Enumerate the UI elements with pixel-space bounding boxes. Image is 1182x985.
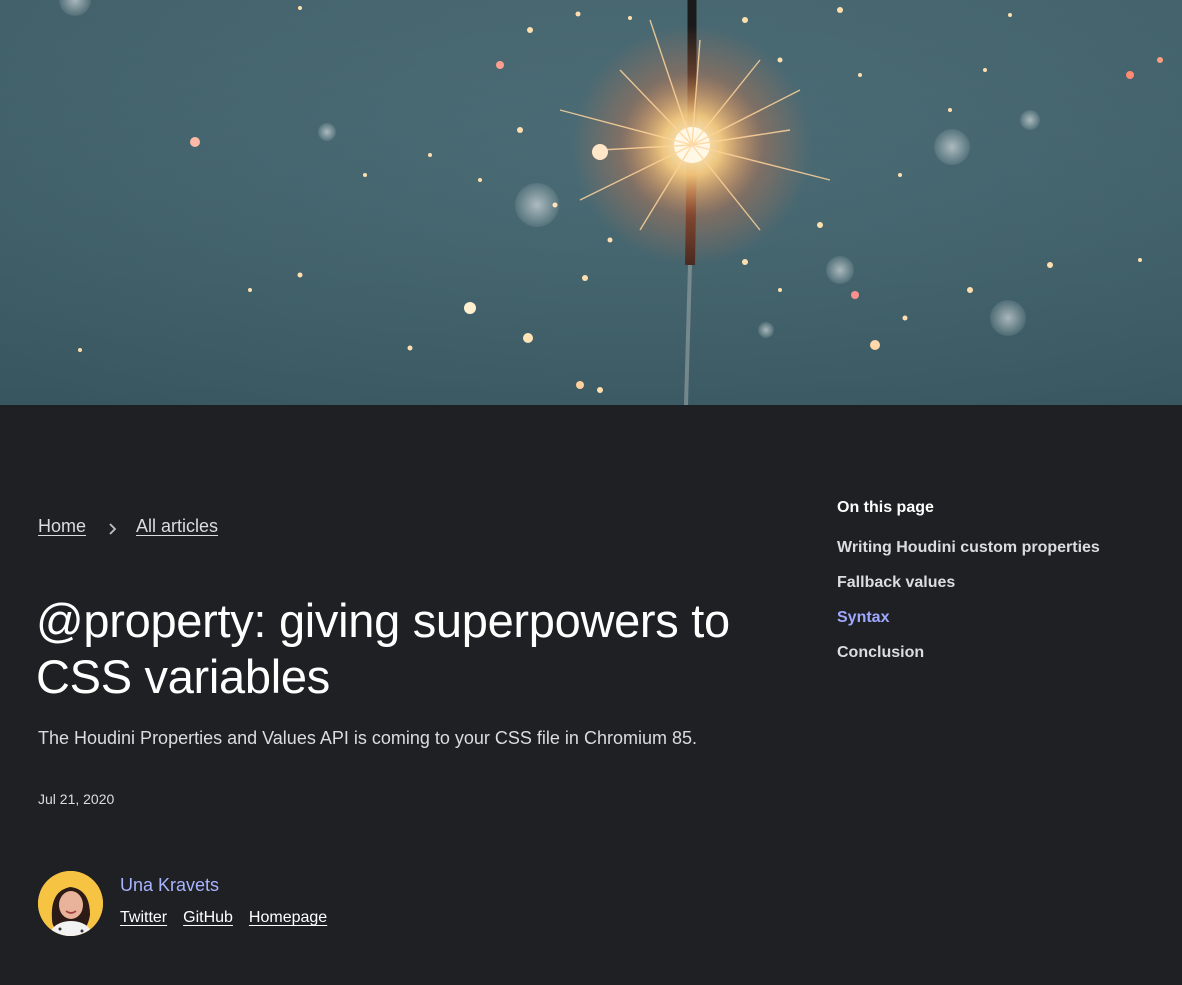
hero-image — [0, 0, 1182, 405]
breadcrumb-all-articles-link[interactable]: All articles — [136, 516, 218, 537]
author-card: Una Kravets Twitter GitHub Homepage — [38, 871, 327, 936]
page-subtitle: The Houdini Properties and Values API is… — [38, 728, 697, 748]
author-github-link[interactable]: GitHub — [183, 909, 233, 927]
page-title: @property: giving superpowers to CSS var… — [36, 594, 730, 703]
table-of-contents: On this page Writing Houdini custom prop… — [837, 499, 1100, 679]
toc-item-syntax[interactable]: Syntax — [837, 609, 1100, 627]
publish-date: Jul 21, 2020 — [38, 791, 115, 807]
chevron-right-icon — [108, 520, 118, 535]
breadcrumb-home-link[interactable]: Home — [38, 516, 86, 537]
author-homepage-link[interactable]: Homepage — [249, 909, 327, 927]
toc-item-fallback-values[interactable]: Fallback values — [837, 574, 1100, 592]
author-twitter-link[interactable]: Twitter — [120, 909, 167, 927]
toc-item-writing-houdini-custom-properties[interactable]: Writing Houdini custom properties — [837, 539, 1100, 557]
toc-heading: On this page — [837, 499, 934, 516]
avatar — [38, 871, 103, 936]
toc-item-conclusion[interactable]: Conclusion — [837, 644, 1100, 662]
author-links: Twitter GitHub Homepage — [120, 909, 327, 927]
author-name-link[interactable]: Una Kravets — [120, 875, 327, 896]
toc-list: Writing Houdini custom properties Fallba… — [837, 539, 1100, 662]
sparkler-image — [0, 0, 1182, 405]
article-header: Home All articles @property: giving supe… — [0, 405, 1182, 985]
breadcrumb: Home All articles — [38, 516, 218, 537]
